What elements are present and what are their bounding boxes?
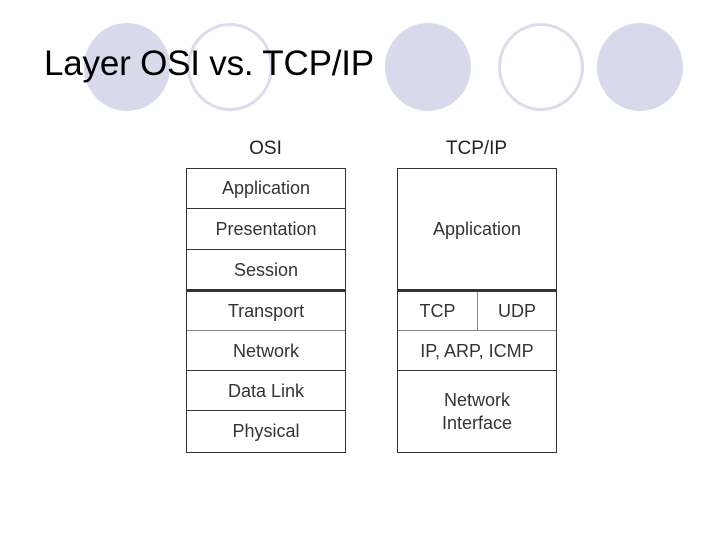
tcpip-tcp: TCP <box>398 292 478 330</box>
decorative-circle-filled <box>385 23 471 111</box>
network-interface-line2: Interface <box>441 412 513 433</box>
tcpip-stack: Application TCP UDP IP, ARP, ICMP Networ… <box>397 168 557 453</box>
tcpip-layer-internet: IP, ARP, ICMP <box>398 330 556 371</box>
osi-layer-physical: Physical <box>187 410 345 451</box>
tcpip-layer-application: Application <box>432 218 522 239</box>
osi-layer-data-link: Data Link <box>187 370 345 411</box>
decorative-circle-filled <box>597 23 683 111</box>
slide-title: Layer OSI vs. TCP/IP <box>44 44 374 83</box>
osi-layer-network: Network <box>187 330 345 371</box>
osi-label: OSI <box>249 138 282 159</box>
decorative-circle-outline <box>498 23 584 111</box>
tcpip-label: TCP/IP <box>445 138 508 159</box>
osi-layer-application: Application <box>221 178 311 198</box>
tcpip-udp: UDP <box>497 300 536 321</box>
osi-layer-session: Session <box>187 249 345 290</box>
osi-layer-presentation: Presentation <box>187 208 345 249</box>
network-interface-line1: Network <box>443 389 510 410</box>
tcpip-layer-transport: TCP UDP <box>398 289 556 330</box>
tcpip-layer-network-interface: Network Interface <box>398 370 556 452</box>
osi-stack: Application Presentation Session Transpo… <box>186 168 346 453</box>
osi-layer-transport: Transport <box>187 289 345 330</box>
